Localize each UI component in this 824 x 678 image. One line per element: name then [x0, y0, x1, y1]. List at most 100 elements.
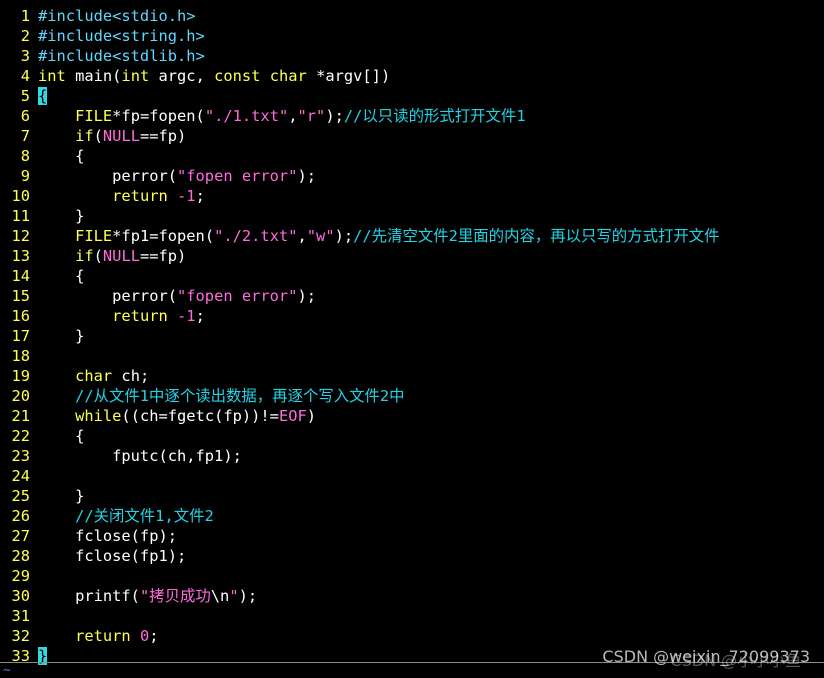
code-token: perror(: [38, 167, 177, 185]
code-token: {: [38, 427, 85, 445]
code-line[interactable]: 14 {: [0, 266, 824, 286]
line-number: 28: [11, 547, 30, 565]
code-line[interactable]: 20 //从文件1中逐个读出数据，再逐个写入文件2中: [0, 386, 824, 406]
code-token: );: [325, 107, 344, 125]
line-number: 24: [11, 467, 30, 485]
code-line[interactable]: 7 if(NULL==fp): [0, 126, 824, 146]
code-line[interactable]: 6 FILE*fp=fopen("./1.txt","r");//以只读的形式打…: [0, 106, 824, 126]
code-token: fputc(ch,fp1);: [38, 447, 242, 465]
code-line[interactable]: 25 }: [0, 486, 824, 506]
code-token: fclose(fp);: [38, 527, 177, 545]
line-number: 30: [11, 587, 30, 605]
code-line[interactable]: 29: [0, 566, 824, 586]
code-line[interactable]: 5{: [0, 86, 824, 106]
code-line[interactable]: 2 #include<string.h>: [0, 26, 824, 46]
code-token: #include<string.h>: [38, 27, 205, 45]
code-token: #include<stdlib.h>: [38, 47, 205, 65]
code-line[interactable]: 13 if(NULL==fp): [0, 246, 824, 266]
code-line[interactable]: 12 FILE*fp1=fopen("./2.txt","w");//先清空文件…: [0, 226, 824, 246]
code-token: char: [269, 67, 307, 85]
code-token: if: [75, 247, 94, 265]
code-token: FILE: [75, 227, 113, 245]
line-number: 1: [20, 7, 30, 25]
code-token: int: [38, 67, 66, 85]
code-token: "./1.txt": [204, 107, 289, 125]
code-line[interactable]: 17 }: [0, 326, 824, 346]
line-number: 20: [11, 387, 30, 405]
code-token: );: [297, 287, 317, 305]
code-editor[interactable]: 1 #include<stdio.h> 2 #include<string.h> 3 #i…: [0, 6, 824, 666]
code-token: FILE: [75, 107, 113, 125]
code-token: int: [121, 67, 150, 85]
code-line[interactable]: 1 #include<stdio.h>: [0, 6, 824, 26]
line-number: 8: [20, 147, 30, 165]
code-token: ;: [195, 187, 205, 205]
code-token: *fp1=fopen(: [112, 227, 215, 245]
code-line[interactable]: 9 perror("fopen error");: [0, 166, 824, 186]
code-token: {: [38, 147, 85, 165]
code-line[interactable]: 22 {: [0, 426, 824, 446]
code-line[interactable]: 4 int main(int argc, const char *argv[]): [0, 66, 824, 86]
code-token: "./2.txt": [214, 227, 298, 245]
code-line[interactable]: 18: [0, 346, 824, 366]
code-line[interactable]: 21 while((ch=fgetc(fp))!=EOF): [0, 406, 824, 426]
code-line[interactable]: 15 perror("fopen error");: [0, 286, 824, 306]
code-token: ==fp): [139, 127, 187, 145]
code-line[interactable]: 10 return -1;: [0, 186, 824, 206]
line-number: 9: [20, 167, 30, 185]
code-token: ,: [288, 107, 298, 125]
line-number: 22: [11, 427, 30, 445]
code-comment: //关闭文件1,文件2: [75, 507, 214, 525]
code-token: );: [238, 587, 258, 605]
code-token: );: [334, 227, 354, 245]
line-number: 7: [20, 127, 30, 145]
line-number: 14: [11, 267, 30, 285]
code-token: NULL: [102, 127, 140, 145]
code-token: (: [93, 127, 103, 145]
line-number: 12: [11, 227, 30, 245]
code-token: perror(: [38, 287, 177, 305]
line-number: 6: [20, 107, 30, 125]
code-line[interactable]: 24: [0, 466, 824, 486]
code-token: "fopen error": [177, 167, 298, 185]
line-number: 15: [11, 287, 30, 305]
code-comment: //以只读的形式打开文件1: [343, 107, 526, 125]
code-token: ;: [149, 627, 159, 645]
code-comment: //先清空文件2里面的内容，再以只写的方式打开文件: [353, 227, 720, 245]
code-line[interactable]: 3 #include<stdlib.h>: [0, 46, 824, 66]
code-token: }: [38, 487, 85, 505]
code-token: \n: [210, 587, 230, 605]
code-line[interactable]: 27 fclose(fp);: [0, 526, 824, 546]
code-line[interactable]: 31: [0, 606, 824, 626]
code-token: #include<stdio.h>: [38, 7, 196, 25]
code-line[interactable]: 8 {: [0, 146, 824, 166]
code-line[interactable]: 16 return -1;: [0, 306, 824, 326]
code-line[interactable]: 23 fputc(ch,fp1);: [0, 446, 824, 466]
line-number: 3: [20, 47, 30, 65]
line-number: 25: [11, 487, 30, 505]
code-line[interactable]: 28 fclose(fp1);: [0, 546, 824, 566]
code-token: *argv[]): [306, 67, 391, 85]
code-line[interactable]: 32 return 0;: [0, 626, 824, 646]
code-line[interactable]: 26 //关闭文件1,文件2: [0, 506, 824, 526]
code-token: "r": [297, 107, 326, 125]
code-token: ;: [195, 307, 205, 325]
code-token: }: [38, 207, 85, 225]
line-number: 27: [11, 527, 30, 545]
code-token: (: [93, 247, 103, 265]
line-number: 2: [20, 27, 30, 45]
code-token: );: [297, 167, 317, 185]
code-line[interactable]: 11 }: [0, 206, 824, 226]
code-token: return: [112, 187, 168, 205]
line-number: 19: [11, 367, 30, 385]
code-token: "拷贝成功: [139, 587, 211, 605]
code-line[interactable]: 30 printf("拷贝成功\n");: [0, 586, 824, 606]
code-line[interactable]: 19 char ch;: [0, 366, 824, 386]
